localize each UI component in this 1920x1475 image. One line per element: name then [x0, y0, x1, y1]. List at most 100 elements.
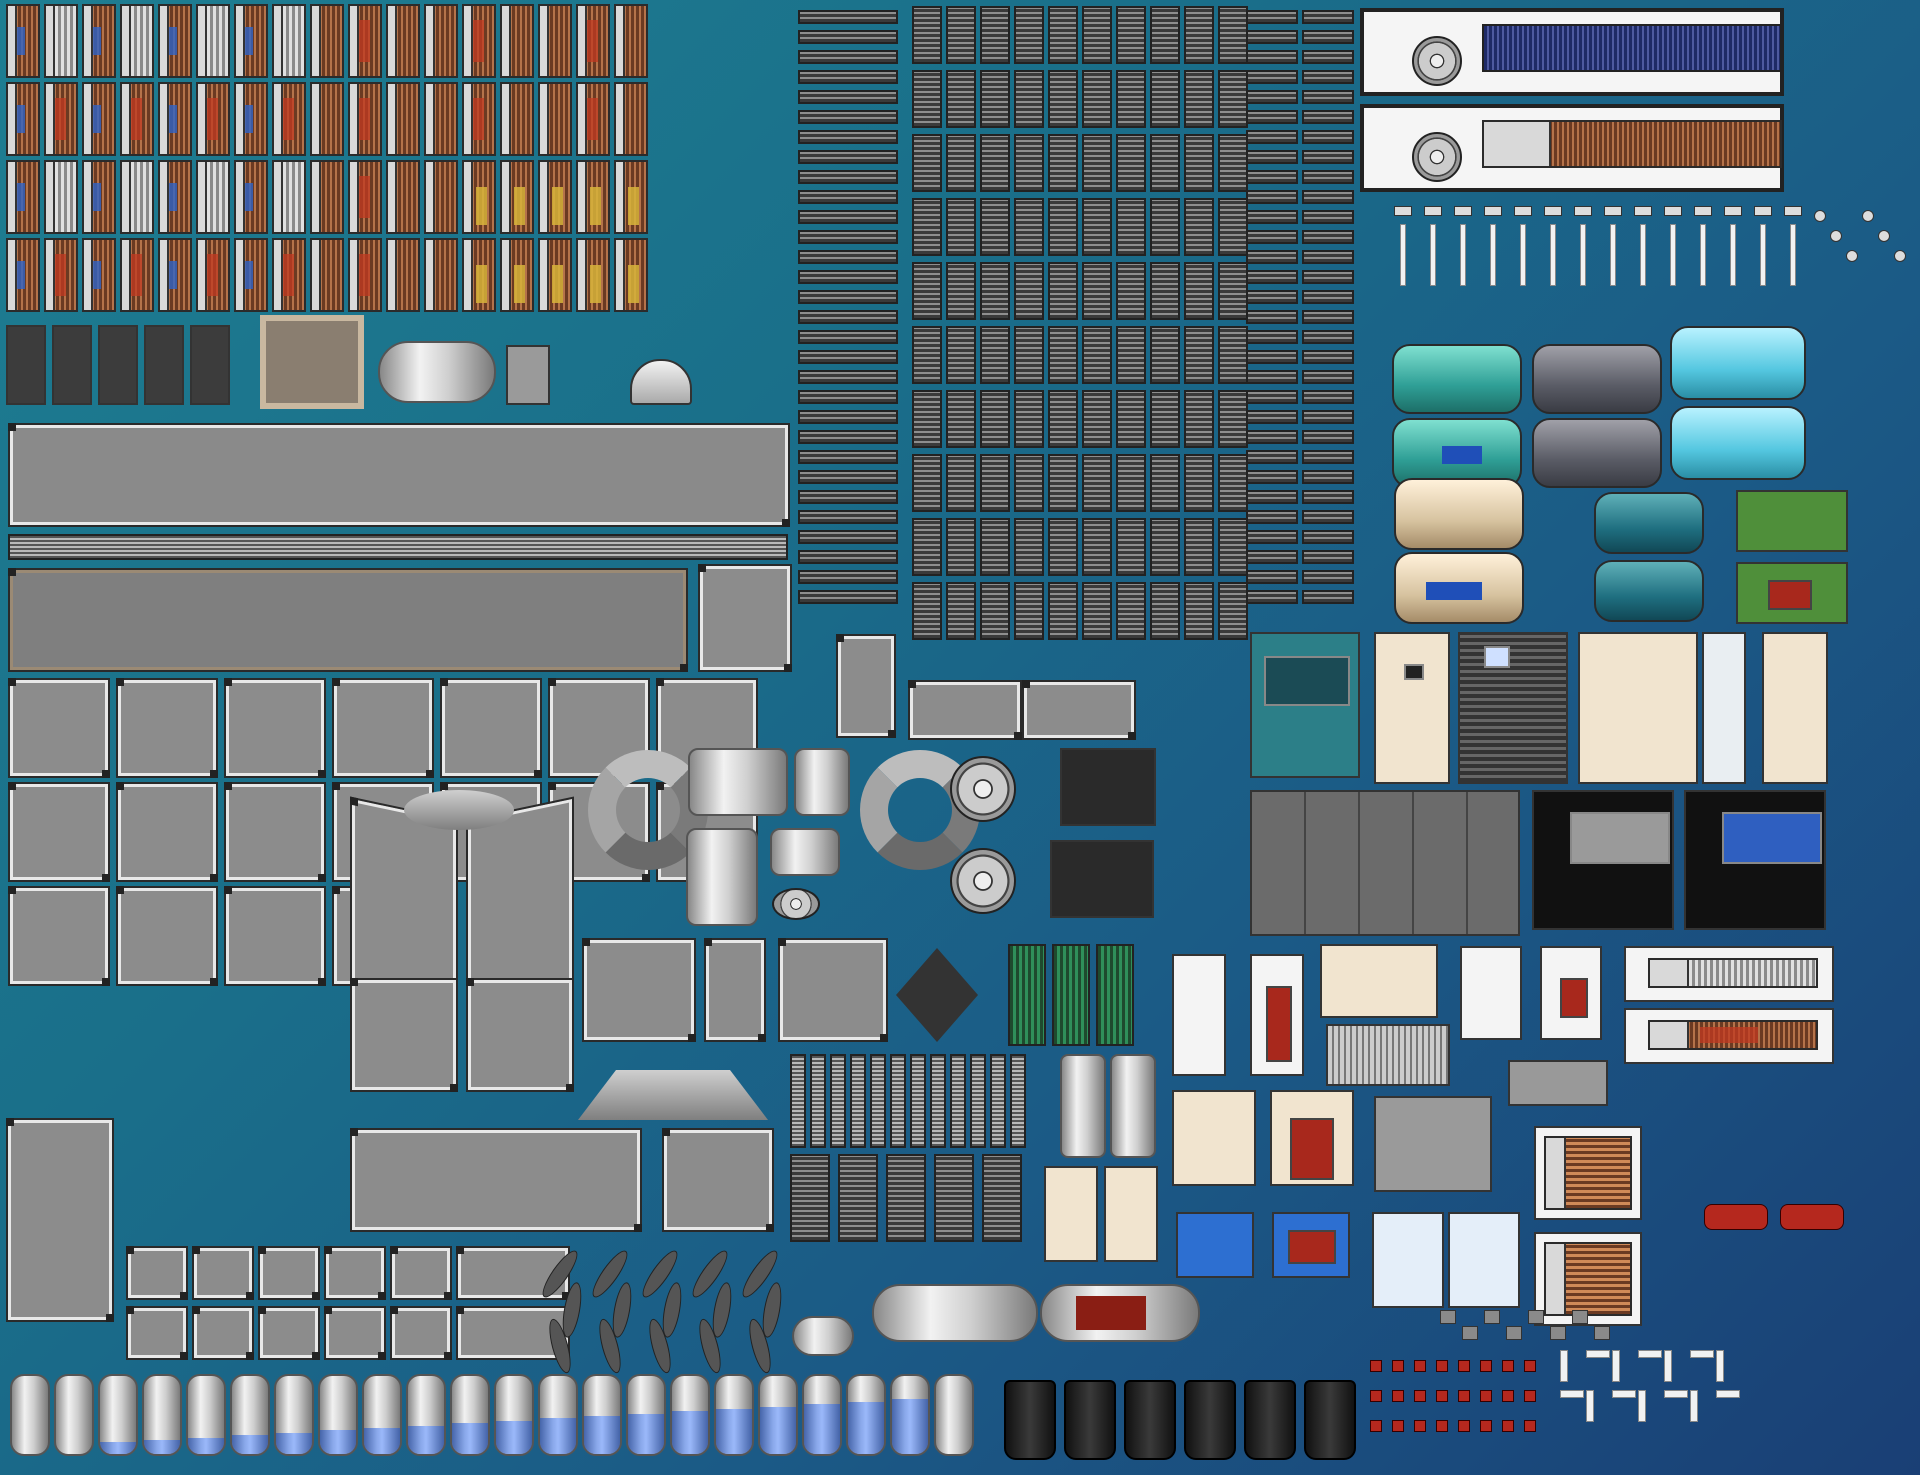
sensor-stem-icon — [1580, 224, 1586, 286]
grille-diffuser-icon — [1184, 582, 1214, 640]
grille-diffuser-icon — [1246, 250, 1298, 264]
grille-diffuser-icon — [1150, 454, 1180, 512]
pipe-fitting-icon — [1524, 1360, 1536, 1372]
valve-icon — [1484, 1310, 1500, 1324]
centrifugal-fan-icon — [950, 756, 1016, 822]
coil-module-icon — [310, 160, 344, 234]
pipe-section-icon — [1664, 1390, 1688, 1398]
grille-diffuser-icon — [946, 262, 976, 320]
bag-filter-icon — [886, 1154, 926, 1242]
centrifugal-chiller-icon — [1394, 478, 1524, 550]
grille-diffuser-icon — [1150, 518, 1180, 576]
valve-sensor-area — [1394, 200, 1914, 340]
black-tank-icon — [1244, 1380, 1296, 1460]
coil-module-icon — [348, 160, 382, 234]
filter-panel-icon — [850, 1054, 866, 1148]
grille-diffuser-icon — [798, 130, 898, 144]
centrifugal-fan-icon — [1412, 132, 1462, 182]
duct-section-icon — [836, 634, 896, 738]
pipe-fitting-icon — [1392, 1390, 1404, 1402]
valve-icon — [1514, 206, 1532, 216]
centrifugal-chiller-icon — [1394, 552, 1524, 624]
duct-transition-icon — [466, 978, 574, 1092]
damper-blade-area — [537, 1246, 802, 1376]
water-heater-icon — [1110, 1054, 1156, 1158]
grille-diffuser-icon — [1048, 134, 1078, 192]
heating-element-icon — [1722, 428, 1766, 458]
filter-panel-icon — [890, 1054, 906, 1148]
grille-diffuser-icon — [980, 582, 1010, 640]
grille-diffuser-icon — [1302, 370, 1354, 384]
duct-section-icon — [6, 1118, 114, 1322]
air-handling-unit-icon — [1250, 632, 1360, 778]
valve-icon — [1424, 206, 1442, 216]
grille-diffuser-icon — [798, 110, 898, 124]
heat-pump-unit-icon — [1684, 790, 1826, 930]
grille-diffuser-icon — [1116, 198, 1146, 256]
valve-icon — [1754, 206, 1772, 216]
filter-panel-icon — [1096, 944, 1134, 1046]
storage-tank-icon — [626, 1374, 666, 1456]
grille-diffuser-icon — [1246, 510, 1298, 524]
grille-diffuser-icon — [1218, 454, 1248, 512]
grille-diffuser-icon — [980, 262, 1010, 320]
valve-icon — [1506, 1326, 1522, 1340]
grille-diffuser-icon — [1246, 70, 1298, 84]
long-duct-section-icon — [8, 423, 790, 527]
centrifugal-fan-icon — [950, 848, 1016, 914]
grille-diffuser-icon — [1116, 326, 1146, 384]
pipe-fitting-icon — [1524, 1390, 1536, 1402]
grille-diffuser-icon — [946, 326, 976, 384]
grille-diffuser-icon — [1246, 330, 1298, 344]
grille-diffuser-icon — [912, 198, 942, 256]
grille-diffuser-icon — [1302, 110, 1354, 124]
grille-diffuser-icon — [798, 510, 898, 524]
coil-module-icon — [6, 4, 40, 78]
pipe-fitting-icon — [1370, 1420, 1382, 1432]
radiator-panel-icon — [1624, 946, 1834, 1002]
grille-diffuser-icon — [1014, 198, 1044, 256]
duct-section-icon — [224, 782, 326, 882]
coil-module-icon — [158, 238, 192, 312]
storage-tank-icon — [274, 1374, 314, 1456]
grille-column-right — [1246, 10, 1354, 604]
liquid-level-icon — [144, 1439, 180, 1454]
grille-diffuser-icon — [1302, 70, 1354, 84]
grille-diffuser-icon — [1218, 582, 1248, 640]
control-panel-icon — [1442, 446, 1482, 464]
sensor-stem-icon — [1490, 224, 1496, 286]
small-duct-grid — [126, 1246, 570, 1360]
grille-diffuser-icon — [1246, 430, 1298, 444]
filter-panel-icon — [1010, 1054, 1026, 1148]
coil-module-icon — [234, 4, 268, 78]
small-unit-row — [6, 315, 692, 415]
pipe-fitting-icon — [1436, 1360, 1448, 1372]
pipe-section-icon — [1612, 1350, 1620, 1382]
coil-module-icon — [576, 160, 610, 234]
filter-panel-icon — [990, 1054, 1006, 1148]
inline-pump-icon — [1780, 1204, 1844, 1230]
grille-diffuser-icon — [798, 590, 898, 604]
grille-diffuser-icon — [1246, 30, 1298, 44]
boiler-icon — [1594, 560, 1704, 622]
heating-element-icon — [1288, 1230, 1336, 1264]
grille-diffuser-icon — [1246, 590, 1298, 604]
duct-section-icon — [908, 680, 1022, 740]
coil-module-icon — [234, 160, 268, 234]
grille-diffuser-icon — [1184, 6, 1214, 64]
grille-diffuser-icon — [1246, 370, 1298, 384]
coil-module-icon — [310, 82, 344, 156]
grille-diffuser-icon — [1082, 198, 1112, 256]
coil-module-icon — [234, 238, 268, 312]
grille-diffuser-icon — [1246, 210, 1298, 224]
centrifugal-fan-icon — [1412, 36, 1462, 86]
grille-diffuser-icon — [1218, 518, 1248, 576]
pipe-section-icon — [1690, 1350, 1714, 1358]
duct-section-icon — [126, 1246, 188, 1300]
grille-diffuser-icon — [1246, 490, 1298, 504]
sensor-stem-icon — [1430, 224, 1436, 286]
absorption-chiller-icon — [1670, 326, 1806, 400]
grille-diffuser-icon — [1048, 518, 1078, 576]
coil-module-icon — [44, 160, 78, 234]
display-panel-icon — [1484, 646, 1510, 668]
